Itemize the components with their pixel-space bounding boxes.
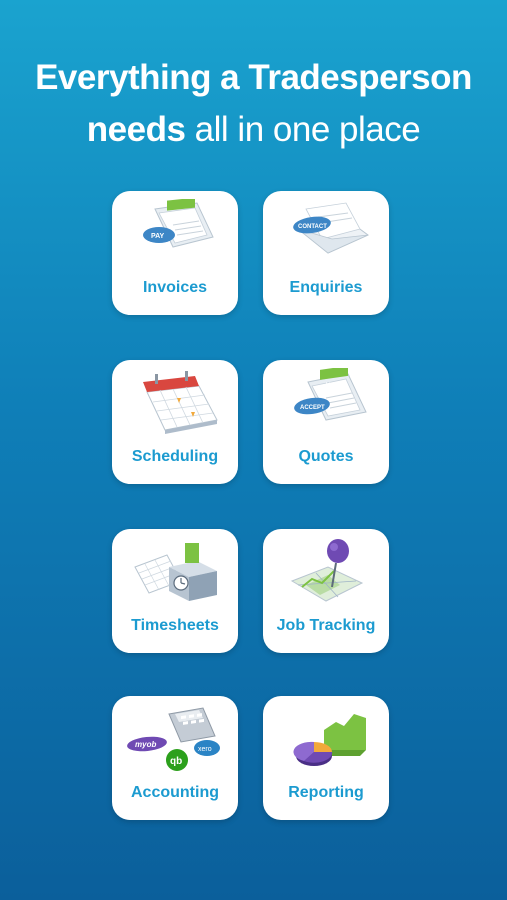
calculator-icon: myob xero qb [127,707,220,771]
xero-logo-text: xero [198,746,212,753]
tile-label-reporting: Reporting [288,784,364,801]
headline-line-1: Everything a Tradesperson [35,58,472,97]
invoice-volt-text: VOLT [172,212,188,218]
tile-invoices[interactable]: VOLT PAY Invoices [112,191,238,315]
headline-rest: all in one place [185,110,421,149]
headline: Everything a Tradesperson needs all in o… [0,52,507,156]
tile-label-timesheets: Timesheets [131,617,219,634]
tile-label-quotes: Quotes [298,448,354,465]
enquiry-envelope-icon: CONTACT [293,202,369,254]
tile-accounting[interactable]: myob xero qb Accounting [112,696,238,820]
tile-timesheets[interactable]: Timesheets [112,529,238,653]
tile-label-enquiries: Enquiries [289,279,363,296]
enquiry-contact-text: CONTACT [298,224,327,230]
tile-reporting[interactable]: Reporting [263,696,389,820]
tile-label-invoices: Invoices [142,279,208,296]
tile-job-tracking[interactable]: Job Tracking [263,529,389,653]
quote-accept-text: ACCEPT [300,405,325,411]
tile-quotes[interactable]: VOLT ACCEPT Quotes [263,360,389,484]
tile-enquiries[interactable]: CONTACT Enquiries [263,191,389,315]
invoice-icon: VOLT PAY [143,199,214,248]
map-pin-icon [290,539,364,602]
qb-logo-text: qb [170,756,182,767]
tile-label-job-tracking: Job Tracking [276,617,376,634]
quote-volt-text: VOLT [326,383,342,389]
quote-icon: VOLT ACCEPT [294,368,367,421]
calendar-icon [143,371,218,434]
myob-logo-text: myob [135,740,156,749]
headline-emphasis: needs [86,110,186,149]
timesheet-icon [134,543,217,601]
tile-label-accounting: Accounting [131,784,219,801]
tile-scheduling[interactable]: Scheduling [112,360,238,484]
invoice-pay-text: PAY [151,233,165,240]
headline-line-2: needs all in one place [0,104,507,156]
tile-label-scheduling: Scheduling [131,448,219,465]
pie-chart-icon [293,714,366,766]
